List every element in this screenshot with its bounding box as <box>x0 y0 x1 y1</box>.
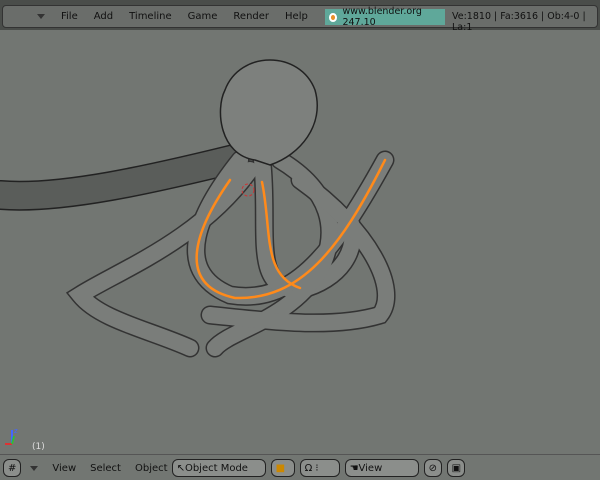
blender-version-badge: www.blender.org 247.10 <box>325 6 445 28</box>
shading-icon: ■ <box>275 462 286 474</box>
hand-icon: ☚ <box>349 462 359 474</box>
top-header: File Add Timeline Game Render Help www.b… <box>0 0 600 33</box>
menu-game[interactable]: Game <box>188 11 218 22</box>
version-text: www.blender.org 247.10 <box>342 6 422 28</box>
frame-number: (1) <box>32 442 45 452</box>
snap-button[interactable]: ⊘ <box>423 459 442 477</box>
menu-add[interactable]: Add <box>94 11 113 22</box>
menu-object[interactable]: Object <box>135 463 168 474</box>
pivot-icon: Ω ⁝ <box>304 462 319 474</box>
view-label: View <box>358 462 383 474</box>
mode-label: Object Mode <box>184 462 248 474</box>
draw-type-button[interactable]: ■ <box>270 459 295 477</box>
menu-render[interactable]: Render <box>233 11 269 22</box>
axis-gizmo-icon: z <box>5 427 18 445</box>
viewport-header: # View Select Object ↖ Object Mode ■ Ω ⁝ … <box>0 454 600 480</box>
editor-type-button[interactable]: # <box>3 459 22 477</box>
info-bar: File Add Timeline Game Render Help www.b… <box>2 5 598 33</box>
svg-text:z: z <box>14 427 18 435</box>
image-icon: ▣ <box>451 462 462 474</box>
3d-viewport[interactable]: z (1) <box>0 30 600 454</box>
menu-select[interactable]: Select <box>90 463 121 474</box>
pivot-button[interactable]: Ω ⁝ <box>299 459 340 477</box>
grid-icon: # <box>8 462 17 474</box>
magnet-icon: ⊘ <box>428 462 437 474</box>
menu-help[interactable]: Help <box>285 11 308 22</box>
collapse-triangle-icon[interactable] <box>30 465 39 471</box>
mode-select[interactable]: ↖ Object Mode <box>171 459 266 477</box>
menu-timeline[interactable]: Timeline <box>129 11 172 22</box>
mode-icon: ↖ <box>176 462 185 474</box>
manipulator-select[interactable]: ☚ View <box>344 459 419 477</box>
blender-logo-icon <box>329 12 338 22</box>
menu-file[interactable]: File <box>61 11 78 22</box>
menu-view[interactable]: View <box>52 463 76 474</box>
collapse-triangle-icon[interactable] <box>37 14 45 19</box>
render-button[interactable]: ▣ <box>446 459 465 477</box>
octopus-mesh: z <box>0 59 396 445</box>
